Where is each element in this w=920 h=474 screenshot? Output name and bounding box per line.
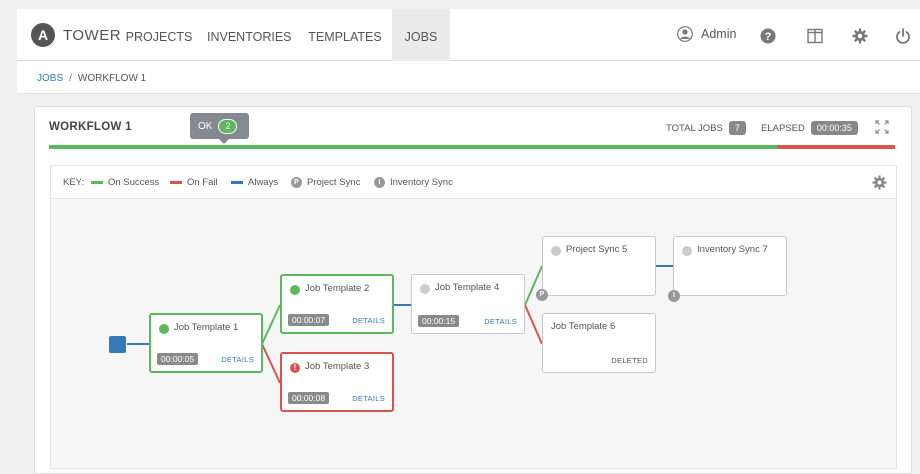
node-details-link[interactable]: DETAILS xyxy=(484,317,517,326)
node-details-link[interactable]: DETAILS xyxy=(352,394,385,403)
node-details-link[interactable]: DETAILS xyxy=(352,316,385,325)
node-name: Project Sync 5 xyxy=(566,244,628,255)
fail-line-swatch xyxy=(170,181,182,184)
breadcrumb-separator: / xyxy=(69,73,72,84)
top-navbar: A TOWER PROJECTS INVENTORIES TEMPLATES J… xyxy=(17,9,920,61)
key-on-success: On Success xyxy=(91,177,159,188)
key-inventory-sync: I Inventory Sync xyxy=(374,177,453,188)
workflow-progress-bar xyxy=(49,145,895,149)
breadcrumb: JOBS / WORKFLOW 1 xyxy=(17,61,920,94)
pending-status-icon xyxy=(682,246,692,256)
elapsed-badge: 00:00:35 xyxy=(810,121,858,135)
key-on-fail-label: On Fail xyxy=(187,177,218,188)
key-label: KEY: xyxy=(63,177,85,188)
node-job-template-4[interactable]: Job Template 4 00:00:15 DETAILS xyxy=(411,274,525,334)
total-jobs-label: TOTAL JOBS xyxy=(666,122,723,134)
graph-canvas: Job Template 1 00:00:05 DETAILS Job Temp… xyxy=(51,199,896,469)
inventory-sync-icon: I xyxy=(374,177,385,188)
workflow-graph: KEY: On Success On Fail Always P Project… xyxy=(50,165,897,469)
node-job-template-2[interactable]: Job Template 2 00:00:07 DETAILS xyxy=(280,274,394,334)
logout-power-icon[interactable] xyxy=(895,28,911,44)
node-name: Inventory Sync 7 xyxy=(697,244,768,255)
pending-status-icon xyxy=(420,284,430,294)
workflow-start-node[interactable] xyxy=(109,336,126,353)
key-on-success-label: On Success xyxy=(108,177,160,188)
breadcrumb-jobs-link[interactable]: JOBS xyxy=(37,73,63,84)
key-project-sync: P Project Sync xyxy=(291,177,360,188)
node-inventory-sync-7[interactable]: Inventory Sync 7 xyxy=(673,236,787,296)
node-elapsed: 00:00:07 xyxy=(288,314,330,326)
page-title: WORKFLOW 1 xyxy=(49,121,132,133)
help-icon[interactable]: ? xyxy=(760,28,776,44)
ansible-logo-icon: A xyxy=(31,23,55,47)
always-line-swatch xyxy=(231,181,243,184)
link-jt1-jt2 xyxy=(261,304,281,345)
project-sync-badge-icon: P xyxy=(536,289,548,301)
nav-templates[interactable]: TEMPLATES xyxy=(307,9,383,61)
node-job-template-1[interactable]: Job Template 1 00:00:05 DETAILS xyxy=(149,313,263,373)
node-project-sync-5[interactable]: Project Sync 5 xyxy=(542,236,656,296)
key-on-fail: On Fail xyxy=(170,177,218,188)
svg-text:?: ? xyxy=(765,31,772,43)
total-jobs-badge: 7 xyxy=(728,121,746,135)
error-status-icon: ! xyxy=(290,363,300,373)
breadcrumb-current: WORKFLOW 1 xyxy=(77,73,147,84)
columns-icon[interactable] xyxy=(807,28,823,44)
success-line-swatch xyxy=(91,181,103,184)
node-name: Job Template 3 xyxy=(305,361,370,372)
key-project-sync-label: Project Sync xyxy=(307,177,361,188)
settings-gear-icon[interactable] xyxy=(852,28,868,44)
user-menu[interactable]: Admin xyxy=(677,26,736,42)
node-elapsed: 00:00:05 xyxy=(157,353,199,365)
key-always: Always xyxy=(231,177,278,188)
node-details-link[interactable]: DETAILS xyxy=(221,355,254,364)
inventory-sync-badge-icon: I xyxy=(668,290,680,302)
brand-name: TOWER xyxy=(63,26,122,44)
node-name: Job Template 4 xyxy=(435,282,500,293)
success-status-icon xyxy=(159,324,169,334)
nav-projects[interactable]: PROJECTS xyxy=(123,9,195,61)
total-jobs-stat: TOTAL JOBS 7 xyxy=(666,121,746,135)
key-always-label: Always xyxy=(248,177,279,188)
key-inventory-sync-label: Inventory Sync xyxy=(390,177,453,188)
node-elapsed: 00:00:15 xyxy=(418,315,460,327)
pending-status-icon xyxy=(551,246,561,256)
user-icon xyxy=(677,26,693,42)
node-job-template-6[interactable]: Job Template 6 DELETED xyxy=(542,313,656,373)
node-job-template-3[interactable]: ! Job Template 3 00:00:08 DETAILS xyxy=(280,352,394,412)
node-elapsed: 00:00:08 xyxy=(288,392,330,404)
node-name: Job Template 2 xyxy=(305,283,370,294)
success-status-icon xyxy=(290,285,300,295)
fullscreen-expand-icon[interactable] xyxy=(875,120,889,134)
node-name: Job Template 1 xyxy=(174,322,239,333)
workflow-panel: WORKFLOW 1 OK 2 TOTAL JOBS 7 ELAPSED 00:… xyxy=(34,106,912,474)
elapsed-label: ELAPSED xyxy=(761,122,805,134)
ok-count-badge: 2 xyxy=(218,118,238,134)
nav-inventories[interactable]: INVENTORIES xyxy=(207,9,292,61)
link-jt4-jt6 xyxy=(524,304,543,345)
link-jt1-jt3 xyxy=(261,343,281,384)
ok-count-tooltip: OK 2 xyxy=(190,113,249,139)
tooltip-arrow xyxy=(219,139,229,144)
tooltip-label: OK xyxy=(198,120,213,132)
node-name: Job Template 6 xyxy=(551,321,616,332)
username: Admin xyxy=(701,27,737,41)
elapsed-stat: ELAPSED 00:00:35 xyxy=(761,121,858,135)
graph-settings-gear-icon[interactable] xyxy=(872,175,887,190)
node-deleted-label: DELETED xyxy=(611,356,648,365)
nav-jobs[interactable]: JOBS xyxy=(392,9,450,61)
project-sync-icon: P xyxy=(291,177,302,188)
graph-key: KEY: On Success On Fail Always P Project… xyxy=(51,166,896,199)
brand-logo[interactable]: A TOWER xyxy=(31,23,121,47)
progress-fail-segment xyxy=(776,145,895,149)
